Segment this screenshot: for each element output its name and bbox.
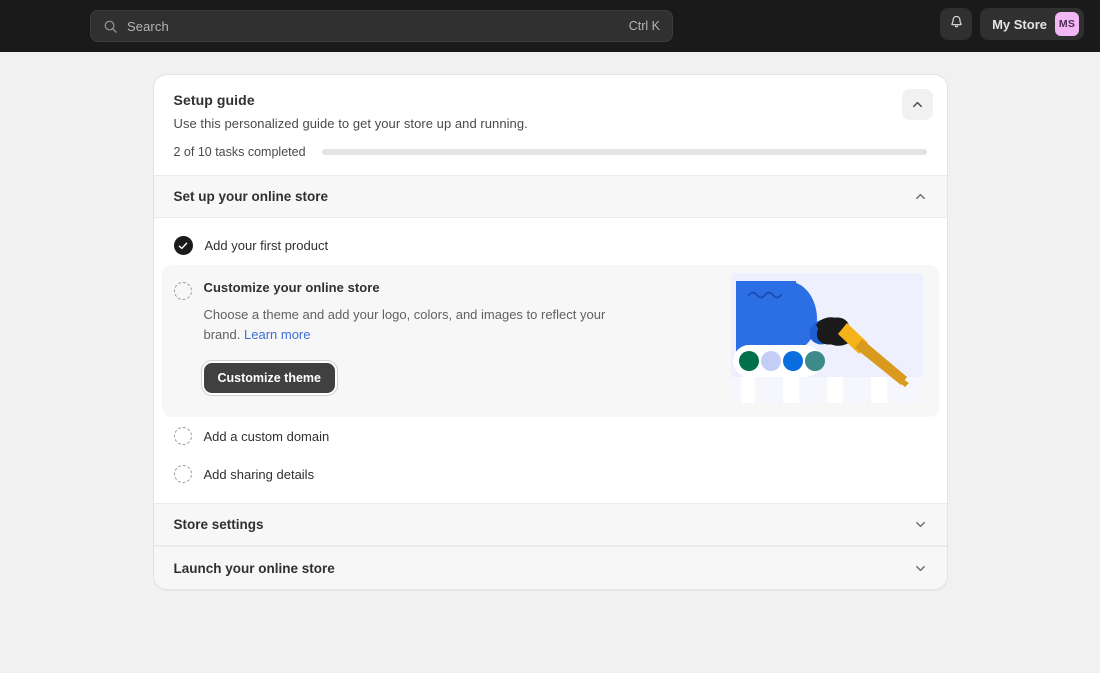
avatar: MS [1055,12,1079,36]
task-label: Add a custom domain [203,428,330,444]
collapse-setup-guide-button[interactable] [901,89,933,120]
task-row-add-first-product[interactable]: Add your first product [162,226,939,265]
search-placeholder: Search [127,18,169,34]
search-shortcut-hint: Ctrl K [628,19,660,33]
task-list: Add your first product Customize your on… [153,218,947,503]
task-heading: Customize your online store [203,280,380,295]
bell-icon [948,13,965,35]
swatch-3 [782,351,803,371]
setup-guide-header: Setup guide Use this personalized guide … [154,75,947,131]
section-title: Store settings [173,517,264,532]
top-bar: Search Ctrl K My Store MS [0,0,1100,52]
page-title: Setup guide [173,92,255,108]
setup-guide-card: Setup guide Use this personalized guide … [152,74,948,590]
task-description: Choose a theme and add your logo, colors… [204,305,634,345]
task-label: Add your first product [204,238,329,253]
chevron-up-icon [914,190,927,203]
task-label: Add sharing details [203,466,315,482]
customize-theme-button[interactable]: Customize theme [203,363,335,393]
page-content: Setup guide Use this personalized guide … [0,52,1100,673]
top-bar-actions: My Store MS [940,8,1084,40]
dashed-circle-icon[interactable] [173,465,192,483]
task-card-customize-online-store[interactable]: Customize your online store Choose a the… [161,265,939,417]
store-name-label: My Store [992,16,1047,32]
section-title: Launch your online store [173,560,335,576]
swatch-2 [760,351,781,371]
section-header-store-settings[interactable]: Store settings [153,503,947,546]
dashed-circle-icon[interactable] [173,427,192,445]
search-input[interactable]: Search Ctrl K [90,10,673,42]
check-circle-icon [173,236,193,255]
section-header-launch-your-online-store[interactable]: Launch your online store [153,546,947,589]
section-header-set-up-your-online-store[interactable]: Set up your online store [153,175,947,218]
progress-bar [321,149,927,155]
search-icon [103,19,118,34]
task-row-add-sharing-details[interactable]: Add sharing details [162,455,939,493]
setup-guide-subtitle: Use this personalized guide to get your … [173,116,528,131]
search-container: Search Ctrl K [90,10,673,42]
chevron-down-icon [914,562,927,575]
chevron-up-icon [911,98,924,111]
section-title: Set up your online store [173,189,329,204]
progress-label: 2 of 10 tasks completed [173,145,306,159]
learn-more-link[interactable]: Learn more [244,327,310,342]
swatch-4 [804,351,825,371]
task-row-add-custom-domain[interactable]: Add a custom domain [162,417,939,455]
swatch-1 [738,351,759,371]
progress-row: 2 of 10 tasks completed [174,131,947,175]
chevron-down-icon [914,518,927,531]
dashed-circle-icon[interactable] [173,282,192,300]
notifications-button[interactable] [940,8,973,40]
task-card-body: Customize your online store Choose a the… [203,279,644,401]
store-menu-button[interactable]: My Store MS [980,8,1084,40]
paint-brush-illustration [730,273,923,403]
